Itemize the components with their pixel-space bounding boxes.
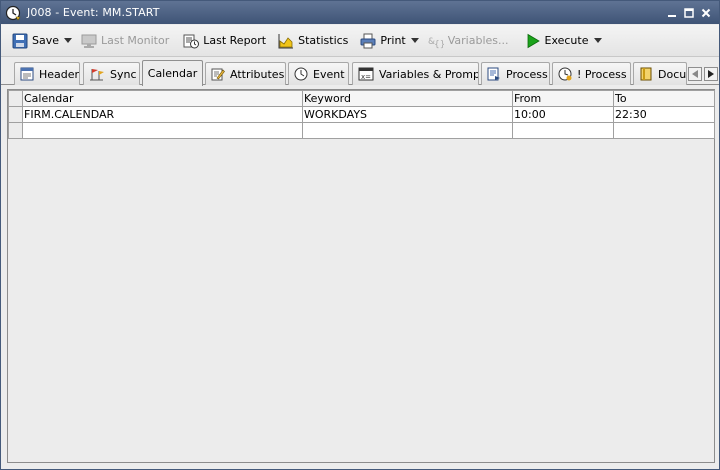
svg-text:{}: {} (434, 40, 444, 49)
row-header-cell[interactable] (8, 122, 23, 139)
tab-label: Variables & Prompts (379, 67, 479, 81)
tab-attributes[interactable]: Attributes (205, 62, 286, 85)
to-cell[interactable] (613, 122, 715, 139)
tab-label: Process (506, 67, 548, 81)
calendar-grid-panel: Calendar Keyword From To FIRM.CALENDAR W… (7, 89, 715, 463)
process-script-icon (487, 67, 500, 81)
variables-prompts-icon: x= (358, 67, 374, 81)
tab-strip: Header Sync Calendar Attributes Event x=… (1, 59, 719, 86)
tab-label: Header (39, 67, 80, 81)
tab-label: Sync (110, 67, 137, 81)
keyword-cell[interactable]: WORKDAYS (302, 106, 513, 123)
print-button[interactable]: Print (357, 29, 408, 53)
from-cell[interactable] (512, 122, 614, 139)
application-window: J008 - Event: MM.START Save Last Monitor… (0, 0, 720, 470)
statistics-button[interactable]: Statistics (275, 29, 351, 53)
last-report-button[interactable]: Last Report (180, 29, 269, 53)
to-cell[interactable]: 22:30 (613, 106, 715, 123)
maximize-icon[interactable] (681, 5, 696, 20)
statistics-chart-icon (278, 33, 294, 48)
clock-app-icon (5, 5, 21, 21)
tab-label: Event (313, 67, 345, 81)
tab-label: Docu... (658, 67, 687, 81)
calendar-cell[interactable]: FIRM.CALENDAR (22, 106, 303, 123)
print-dropdown-icon[interactable] (409, 29, 421, 53)
tab-not-process[interactable]: ! Process (552, 62, 631, 85)
column-header-to[interactable]: To (613, 90, 715, 107)
event-clock-icon (294, 67, 308, 81)
variables-icon: & {} (428, 37, 444, 49)
report-icon (183, 34, 200, 48)
toolbar: Save Last Monitor Last Report Statistics… (1, 25, 719, 57)
tab-event[interactable]: Event (288, 62, 349, 85)
save-button[interactable]: Save (9, 29, 62, 53)
calendar-cell[interactable] (22, 122, 303, 139)
minimize-icon[interactable] (664, 5, 679, 20)
window-title: J008 - Event: MM.START (27, 6, 160, 19)
statistics-label: Statistics (298, 34, 349, 47)
tab-sync[interactable]: Sync (83, 62, 140, 85)
last-report-label: Last Report (203, 34, 267, 47)
execute-label: Execute (544, 34, 589, 47)
attributes-edit-icon (211, 68, 225, 81)
floppy-disk-icon (12, 33, 28, 48)
execute-button[interactable]: Execute (522, 29, 592, 53)
svg-text:x=: x= (361, 73, 371, 81)
tab-variables-prompts[interactable]: x= Variables & Prompts (352, 62, 479, 85)
tab-label: ! Process (577, 67, 627, 81)
close-icon[interactable] (698, 5, 713, 20)
row-header-corner (8, 90, 23, 107)
monitor-icon (81, 34, 97, 48)
tab-scroll-left-icon[interactable] (688, 67, 702, 81)
tab-scroll-right-icon[interactable] (704, 67, 718, 81)
column-header-keyword[interactable]: Keyword (302, 90, 513, 107)
not-process-clock-icon (558, 67, 572, 81)
execute-dropdown-icon[interactable] (592, 29, 604, 53)
tab-header[interactable]: Header (14, 62, 80, 85)
table-header-row: Calendar Keyword From To (8, 90, 715, 107)
tab-process[interactable]: Process (481, 62, 550, 85)
from-cell[interactable]: 10:00 (512, 106, 614, 123)
row-header-cell[interactable] (8, 106, 23, 123)
variables-button[interactable]: & {} Variables... (425, 29, 512, 53)
header-window-icon (20, 67, 34, 81)
keyword-cell[interactable] (302, 122, 513, 139)
save-dropdown-icon[interactable] (62, 29, 74, 53)
play-icon (527, 33, 540, 48)
column-header-calendar[interactable]: Calendar (22, 90, 303, 107)
tab-label: Calendar (147, 67, 198, 80)
table-row[interactable] (8, 122, 715, 139)
print-label: Print (380, 34, 406, 47)
tab-documentation[interactable]: Docu... (633, 62, 687, 85)
sync-flags-icon (90, 69, 104, 81)
column-header-from[interactable]: From (512, 90, 614, 107)
documentation-book-icon (640, 67, 652, 81)
last-monitor-label: Last Monitor (101, 34, 170, 47)
printer-icon (360, 33, 376, 48)
calendar-table: Calendar Keyword From To FIRM.CALENDAR W… (8, 90, 715, 139)
title-bar[interactable]: J008 - Event: MM.START (1, 1, 719, 24)
table-row[interactable]: FIRM.CALENDAR WORKDAYS 10:00 22:30 (8, 106, 715, 123)
tab-calendar[interactable]: Calendar (142, 60, 203, 86)
save-label: Save (32, 34, 60, 47)
tab-label: Attributes (230, 67, 285, 81)
variables-label: Variables... (447, 34, 509, 47)
last-monitor-button[interactable]: Last Monitor (78, 29, 172, 53)
